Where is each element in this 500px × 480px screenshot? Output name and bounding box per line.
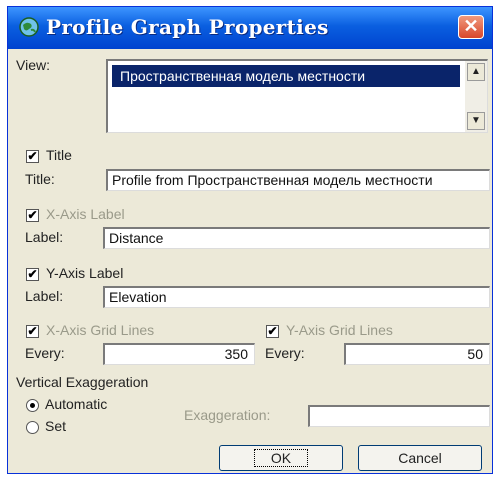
y-axis-label-input[interactable]: Elevation — [103, 286, 490, 308]
close-icon: ✕ — [463, 16, 479, 36]
globe-icon — [19, 17, 39, 37]
set-radio[interactable] — [26, 421, 39, 434]
title-bar[interactable]: Profile Graph Properties ✕ — [8, 7, 492, 49]
title-checkbox[interactable]: ✔ — [26, 150, 39, 163]
automatic-radio-label: Automatic — [45, 396, 108, 412]
title-input[interactable]: Profile from Пространственная модель мес… — [106, 169, 490, 191]
y-grid-every-input[interactable]: 50 — [344, 343, 490, 365]
y-grid-every-label: Every: — [265, 345, 305, 361]
x-axis-label-input[interactable]: Distance — [103, 227, 490, 249]
cancel-button[interactable]: Cancel — [358, 445, 482, 471]
x-axis-grid-checkbox-label: X-Axis Grid Lines — [46, 322, 155, 338]
scroll-up-icon[interactable]: ▲ — [467, 63, 485, 81]
view-scrollbar[interactable]: ▲ ▼ — [465, 61, 487, 132]
view-list-item-selected[interactable]: Пространственная модель местности — [112, 65, 460, 87]
x-axis-label-checkbox[interactable]: ✔ — [26, 209, 39, 222]
view-label: View: — [16, 57, 50, 73]
close-button[interactable]: ✕ — [458, 15, 484, 39]
window-title: Profile Graph Properties — [46, 15, 329, 39]
set-radio-label: Set — [45, 418, 67, 434]
y-axis-field-label: Label: — [25, 288, 64, 304]
x-axis-field-label: Label: — [25, 229, 64, 245]
profile-graph-properties-dialog: Profile Graph Properties ✕ View: Простра… — [7, 6, 493, 474]
ok-button-label: OK — [253, 449, 309, 467]
y-axis-grid-checkbox-label: Y-Axis Grid Lines — [286, 322, 393, 338]
x-axis-grid-checkbox[interactable]: ✔ — [26, 325, 39, 338]
title-field-label: Title: — [25, 171, 55, 187]
view-listbox[interactable]: Пространственная модель местности ▲ ▼ — [106, 59, 488, 133]
x-grid-every-input[interactable]: 350 — [103, 343, 255, 365]
automatic-radio[interactable] — [26, 399, 39, 412]
scroll-down-icon[interactable]: ▼ — [467, 112, 485, 130]
y-axis-grid-checkbox[interactable]: ✔ — [266, 325, 279, 338]
title-checkbox-label: Title — [46, 147, 72, 163]
y-axis-label-checkbox[interactable]: ✔ — [26, 268, 39, 281]
x-axis-label-checkbox-label: X-Axis Label — [46, 206, 125, 222]
exaggeration-field-label: Exaggeration: — [184, 407, 271, 423]
y-axis-label-checkbox-label: Y-Axis Label — [46, 265, 124, 281]
exaggeration-input[interactable] — [308, 405, 490, 427]
vertical-exaggeration-label: Vertical Exaggeration — [16, 374, 149, 390]
x-grid-every-label: Every: — [25, 345, 65, 361]
ok-button[interactable]: OK — [219, 445, 343, 471]
